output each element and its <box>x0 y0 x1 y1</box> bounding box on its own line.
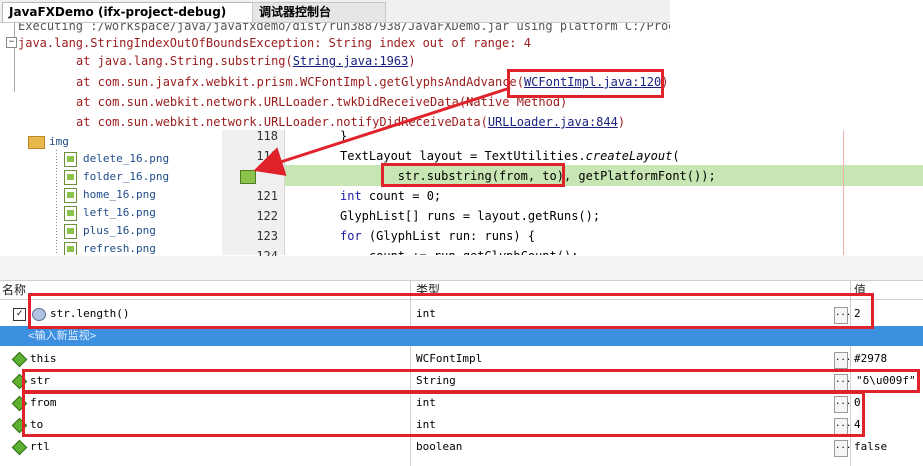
annotation-arrow <box>253 86 511 176</box>
